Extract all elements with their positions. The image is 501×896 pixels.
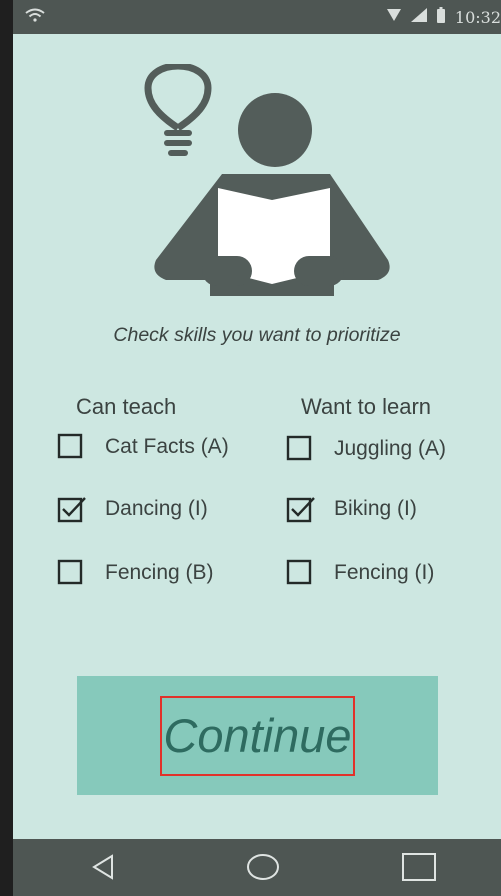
- cellular-icon: [410, 8, 427, 26]
- checkbox-checked-icon[interactable]: [286, 495, 315, 523]
- checkbox-cat-facts[interactable]: Cat Facts (A): [57, 432, 229, 462]
- status-icons: 10:32: [377, 7, 501, 27]
- checkbox-checked-icon[interactable]: [57, 495, 86, 523]
- battery-icon: [436, 7, 445, 27]
- home-icon[interactable]: [246, 853, 280, 885]
- checkbox-unchecked-icon[interactable]: [57, 433, 85, 461]
- recents-icon[interactable]: [402, 853, 436, 885]
- checkbox-label: Fencing (I): [334, 561, 435, 584]
- checkbox-unchecked-icon[interactable]: [286, 559, 314, 587]
- status-bar: 10:32: [13, 0, 501, 34]
- device-bezel: [0, 0, 13, 896]
- checkbox-dancing[interactable]: Dancing (I): [57, 494, 208, 524]
- navigation-bar: [13, 839, 501, 896]
- continue-button-label: Continue: [160, 695, 355, 776]
- checkbox-label: Biking (I): [334, 497, 417, 520]
- checkbox-juggling[interactable]: Juggling (A): [286, 434, 446, 464]
- checkbox-unchecked-icon[interactable]: [286, 435, 314, 463]
- lightbulb-icon: [144, 62, 212, 156]
- checkbox-fencing-i[interactable]: Fencing (I): [286, 558, 434, 588]
- hero-illustration: [138, 62, 398, 308]
- prompt-text: Check skills you want to prioritize: [113, 324, 401, 346]
- checkbox-unchecked-icon[interactable]: [57, 559, 85, 587]
- checkbox-label: Cat Facts (A): [105, 435, 229, 458]
- signal-icon: [386, 8, 401, 26]
- continue-button[interactable]: Continue: [77, 676, 438, 795]
- checkbox-label: Fencing (B): [105, 561, 214, 584]
- checkbox-fencing-b[interactable]: Fencing (B): [57, 558, 214, 588]
- wifi-icon: [25, 7, 45, 27]
- checkbox-label: Juggling (A): [334, 437, 447, 460]
- checkbox-label: Dancing (I): [105, 497, 208, 520]
- checkbox-biking[interactable]: Biking (I): [286, 494, 417, 524]
- skills-screen: Check skills you want to prioritize Can …: [13, 34, 501, 839]
- status-time: 10:32: [454, 7, 501, 27]
- want-to-learn-header: Want to learn: [301, 394, 432, 419]
- can-teach-header: Can teach: [76, 394, 177, 419]
- back-icon[interactable]: [90, 853, 116, 885]
